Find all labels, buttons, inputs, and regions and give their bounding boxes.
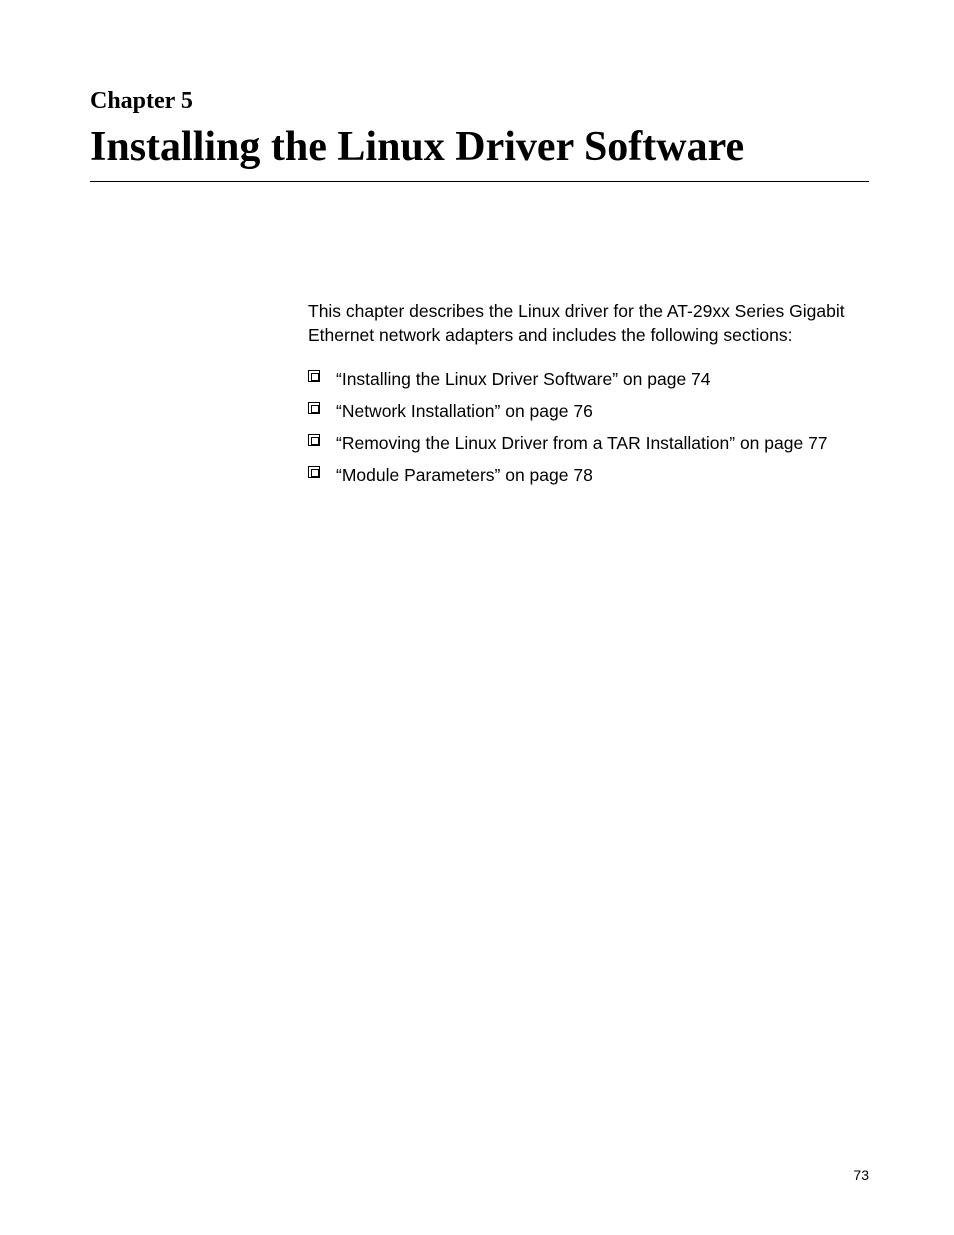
list-item: “Module Parameters” on page 78 [308,461,869,489]
bullet-icon [308,434,320,446]
bullet-icon [308,466,320,478]
intro-paragraph: This chapter describes the Linux driver … [308,300,869,347]
list-item: “Installing the Linux Driver Software” o… [308,365,869,393]
section-link-text: “Module Parameters” on page 78 [336,465,593,485]
section-link-text: “Installing the Linux Driver Software” o… [336,369,711,389]
list-item: “Network Installation” on page 76 [308,397,869,425]
list-item: “Removing the Linux Driver from a TAR In… [308,429,869,457]
chapter-label: Chapter 5 [90,88,869,115]
section-list: “Installing the Linux Driver Software” o… [308,365,869,489]
content-area: This chapter describes the Linux driver … [90,300,869,489]
page-number: 73 [853,1167,869,1183]
page-container: Chapter 5 Installing the Linux Driver So… [0,0,954,489]
bullet-icon [308,370,320,382]
section-link-text: “Network Installation” on page 76 [336,401,593,421]
section-link-text: “Removing the Linux Driver from a TAR In… [336,433,828,453]
bullet-icon [308,402,320,414]
chapter-title: Installing the Linux Driver Software [90,123,869,182]
